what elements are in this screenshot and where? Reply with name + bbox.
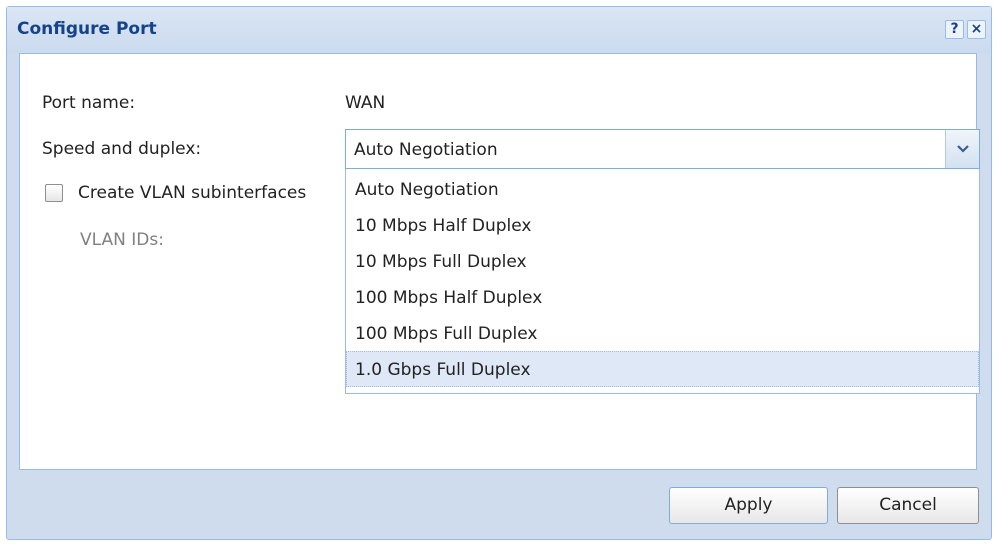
speed-duplex-select[interactable]: Auto Negotiation [345,129,980,169]
speed-duplex-value: Auto Negotiation [354,140,498,160]
speed-option[interactable]: Auto Negotiation [346,171,979,207]
dialog-titlebar[interactable]: Configure Port ? × [7,7,991,53]
help-icon[interactable]: ? [945,20,964,39]
configure-port-dialog: Configure Port ? × Port name: WAN Speed … [6,6,992,540]
chevron-down-icon [956,145,969,153]
close-icon[interactable]: × [967,20,986,39]
dialog-title: Configure Port [17,19,157,39]
apply-button[interactable]: Apply [669,487,828,524]
speed-option[interactable]: 10 Mbps Half Duplex [346,207,979,243]
port-name-label: Port name: [42,93,136,113]
vlan-ids-label: VLAN IDs: [80,230,164,250]
vlan-subinterfaces-label[interactable]: Create VLAN subinterfaces [78,183,306,203]
speed-option[interactable]: 100 Mbps Half Duplex [346,279,979,315]
dropdown-trigger[interactable] [945,130,979,168]
speed-option[interactable]: 100 Mbps Full Duplex [346,315,979,351]
port-name-value: WAN [345,93,386,113]
cancel-button[interactable]: Cancel [837,487,979,524]
speed-option[interactable]: 1.0 Gbps Full Duplex [346,351,979,387]
speed-duplex-options-list: Auto Negotiation 10 Mbps Half Duplex 10 Mb… [345,169,980,394]
speed-duplex-label: Speed and duplex: [42,139,202,159]
vlan-subinterfaces-checkbox[interactable] [45,184,63,202]
speed-option[interactable]: 10 Mbps Full Duplex [346,243,979,279]
dialog-body: Port name: WAN Speed and duplex: Create … [19,53,980,470]
